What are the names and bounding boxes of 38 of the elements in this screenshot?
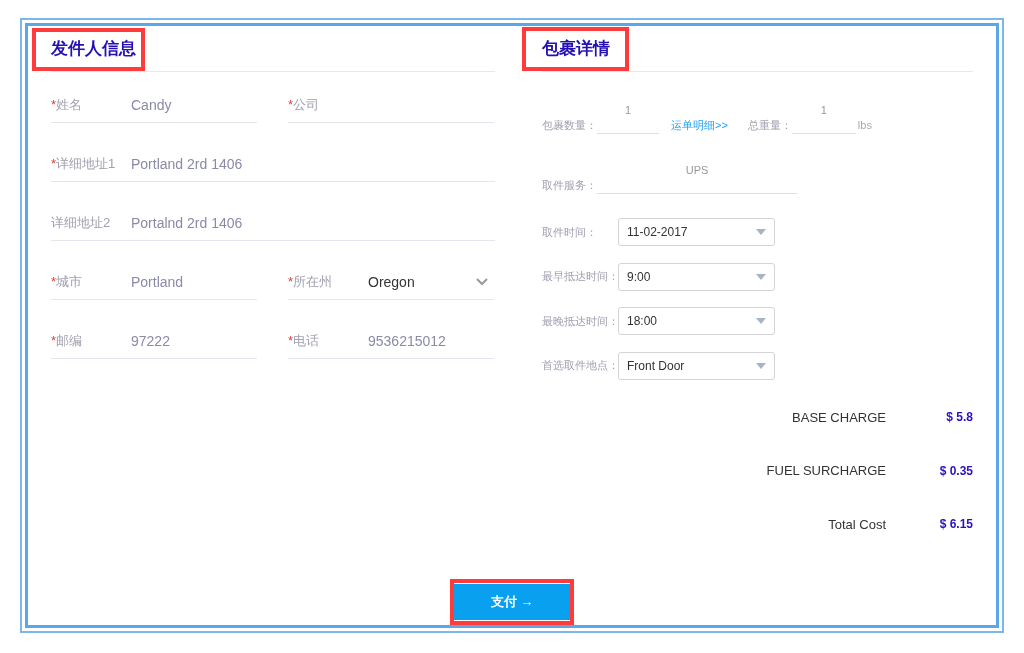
caret-down-icon (756, 318, 766, 324)
input-field[interactable]: *姓名 Candy (51, 88, 257, 123)
field-label: 取件服务： (542, 177, 597, 193)
input-field[interactable]: 详细地址2 Portalnd 2rd 1406 (51, 206, 495, 241)
cost-label: BASE CHARGE (792, 408, 886, 427)
field-label: 最早抵达时间： (542, 269, 618, 285)
chevron-down-icon (476, 278, 488, 286)
input-field[interactable]: *电话 9536215012 (288, 324, 494, 359)
unit-label: lbs (857, 117, 872, 133)
dropdown-select[interactable]: 18:00 (618, 307, 775, 335)
cost-label: FUEL SURCHARGE (766, 462, 886, 480)
section-title: 发件人信息 (51, 37, 136, 60)
cost-label: Total Cost (828, 515, 886, 534)
cost-value: $ 5.8 (945, 409, 973, 427)
field-label: 总重量： (747, 117, 792, 133)
caret-down-icon (756, 273, 766, 280)
caret-down-icon (756, 229, 766, 235)
dropdown-select[interactable]: 9:00 (618, 262, 775, 291)
cost-value: $ 0.35 (938, 462, 973, 480)
input-field[interactable]: *邮编 97222 (51, 324, 257, 359)
input-field[interactable]: *详细地址1 Portland 2rd 1406 (51, 147, 495, 182)
pay-button[interactable]: 支付 → (454, 584, 570, 620)
waybill-details-link[interactable]: 运单明细>> (671, 116, 728, 134)
section-title: 包裹详情 (542, 37, 610, 60)
caret-down-icon (756, 362, 766, 369)
input-field[interactable]: *城市 Portland (51, 265, 257, 300)
field-label: 首选取件地点： (542, 358, 618, 374)
field-label: 最晚抵达时间： (542, 313, 618, 329)
input-field[interactable]: *公司 (288, 88, 494, 123)
field-label: 取件时间： (542, 224, 598, 240)
dropdown-select[interactable]: Front Door (618, 351, 775, 380)
quantity-field[interactable]: 1 (597, 100, 659, 134)
weight-field[interactable]: 1 (791, 100, 856, 134)
field-label: 包裹数量： (542, 117, 597, 133)
dropdown-select[interactable]: 11-02-2017 (618, 218, 775, 246)
service-field[interactable]: UPS (597, 160, 797, 194)
state-select[interactable]: *所在州 Oregon (288, 265, 494, 300)
cost-value: $ 6.15 (938, 516, 973, 534)
